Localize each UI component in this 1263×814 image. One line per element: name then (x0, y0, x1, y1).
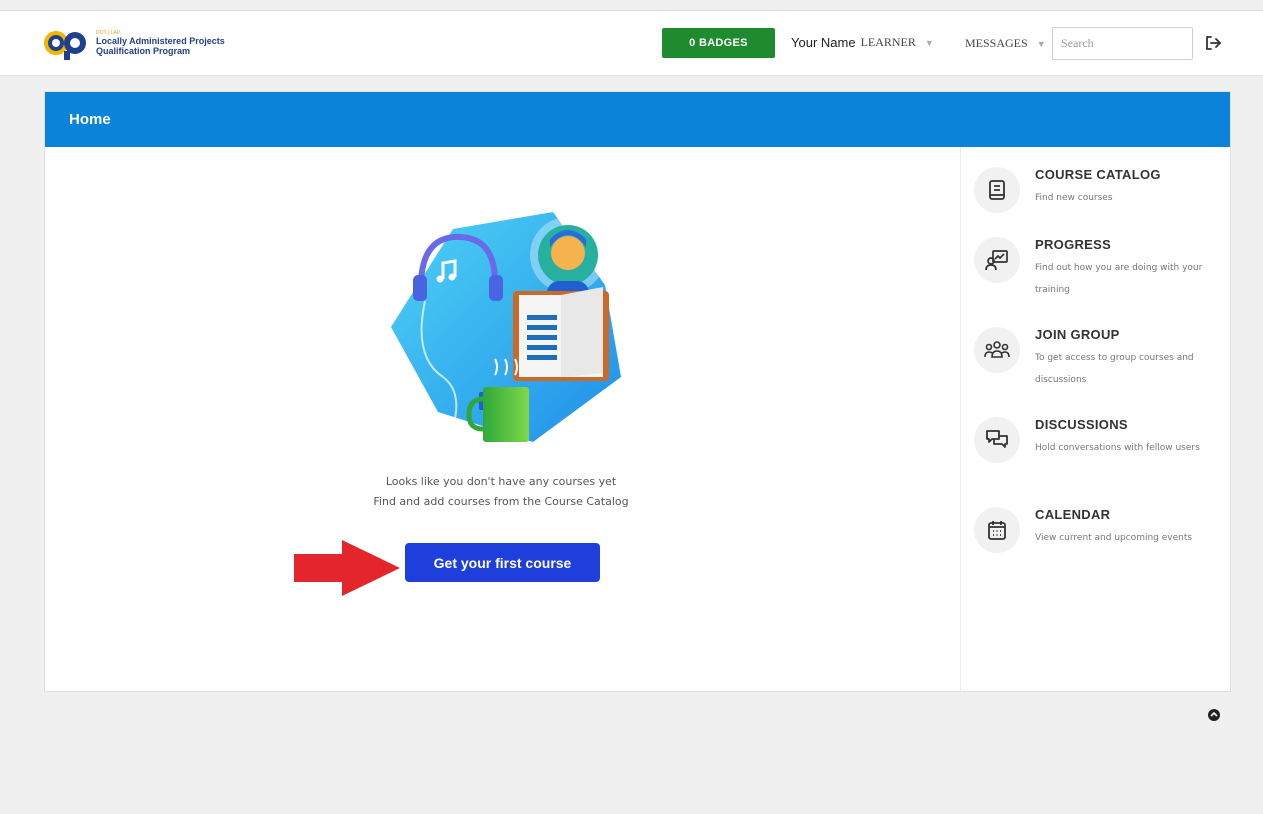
search-input[interactable] (1052, 27, 1193, 60)
badges-button[interactable]: 0 BADGES (662, 28, 775, 58)
group-icon (974, 327, 1020, 373)
chevron-down-icon: ▼ (1036, 38, 1046, 49)
scroll-to-top-icon[interactable] (1207, 708, 1221, 722)
sidebar-item-title: PROGRESS (1035, 237, 1112, 252)
sidebar-item-title: DISCUSSIONS (1035, 417, 1128, 432)
user-menu[interactable]: Your Name LEARNER ▼ (791, 35, 934, 50)
user-role: LEARNER (860, 35, 916, 49)
panel-header: Home (45, 92, 1230, 147)
get-first-course-button[interactable]: Get your first course (405, 543, 600, 582)
qp-logo-mark (42, 25, 92, 61)
sidebar-item-description: View current and upcoming events (1035, 533, 1193, 543)
progress-chart-icon (974, 237, 1020, 283)
messages-menu[interactable]: MESSAGES ▼ (965, 36, 1046, 51)
messages-label: MESSAGES (965, 36, 1028, 50)
sidebar-divider (960, 147, 961, 692)
red-arrow-icon (292, 538, 402, 598)
logout-icon[interactable] (1203, 33, 1223, 53)
sidebar-item-description: Hold conversations with fellow users (1035, 443, 1200, 453)
empty-state-line-1: Looks like you don't have any courses ye… (385, 475, 617, 488)
sidebar-item-title: JOIN GROUP (1035, 327, 1120, 342)
sidebar-item-title: COURSE CATALOG (1035, 167, 1161, 182)
sidebar-item-title: CALENDAR (1035, 507, 1111, 522)
chat-icon (974, 417, 1020, 463)
sidebar-item-description: Find new courses (1035, 193, 1113, 203)
logo-title-line-2: Qualification Program (96, 46, 191, 56)
page-title: Home (69, 111, 111, 128)
logo-text: DOT | LAP Locally Administered Projects … (96, 30, 225, 56)
sidebar-item-description: To get access to group courses and discu… (1035, 353, 1194, 385)
home-panel: Home Looks like you don't have any cours… (44, 91, 1231, 692)
empty-state-line-2: Find and add courses from the Course Cat… (373, 495, 629, 508)
empty-courses-illustration (383, 207, 633, 462)
logo-title-line-1: Locally Administered Projects (96, 36, 225, 46)
calendar-icon (974, 507, 1020, 553)
book-icon (974, 167, 1020, 213)
site-logo[interactable]: DOT | LAP Locally Administered Projects … (42, 25, 225, 61)
sidebar-item-description: Find out how you are doing with your tra… (1035, 263, 1203, 295)
empty-state-message: Looks like you don't have any courses ye… (301, 472, 701, 512)
user-name: Your Name (791, 35, 856, 50)
top-navigation-bar: DOT | LAP Locally Administered Projects … (0, 10, 1263, 76)
chevron-down-icon: ▼ (924, 37, 934, 48)
